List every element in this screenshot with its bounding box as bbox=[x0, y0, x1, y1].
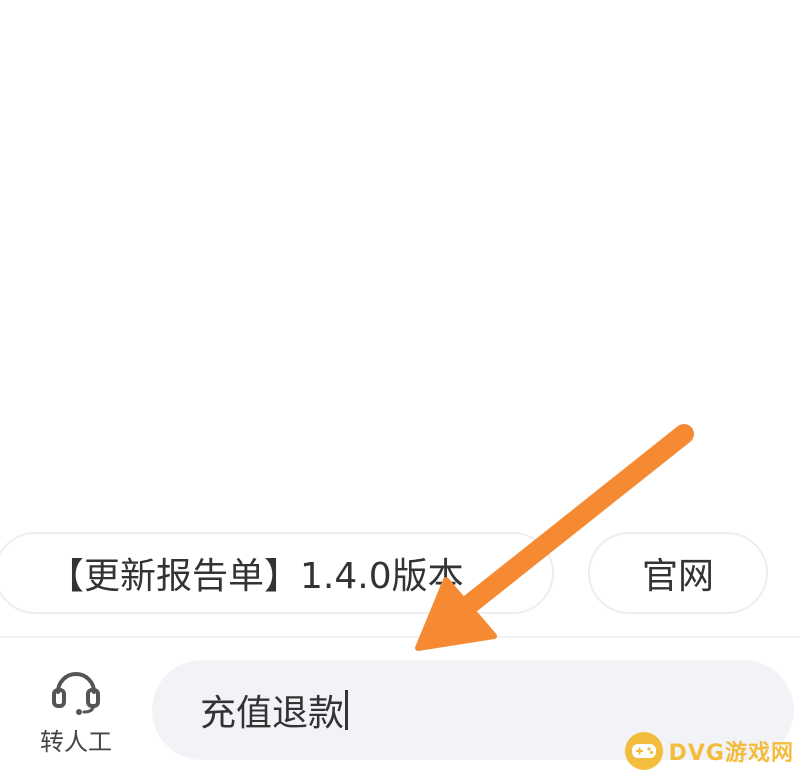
quick-reply-label: 官网 bbox=[641, 556, 714, 597]
chat-screen: 【更新报告单】1.4.0版本 官网 转人工 充值退款 DVG游戏网 bbox=[0, 0, 800, 779]
quick-reply-update-report[interactable]: 【更新报告单】1.4.0版本 bbox=[0, 532, 554, 614]
quick-reply-row: 【更新报告单】1.4.0版本 官网 bbox=[0, 532, 800, 616]
message-input-value: 充值退款 bbox=[200, 693, 345, 734]
chat-message-area bbox=[0, 0, 800, 520]
transfer-to-agent-button[interactable]: 转人工 bbox=[28, 662, 124, 762]
quick-reply-label: 【更新报告单】1.4.0版本 bbox=[48, 556, 464, 597]
quick-reply-official-site[interactable]: 官网 bbox=[588, 532, 768, 614]
gamepad-icon bbox=[624, 732, 663, 770]
site-watermark: DVG游戏网 bbox=[624, 729, 794, 773]
watermark-text: DVG游戏网 bbox=[668, 741, 794, 766]
headset-icon bbox=[52, 672, 100, 715]
transfer-to-agent-label: 转人工 bbox=[40, 728, 112, 756]
text-caret bbox=[345, 690, 349, 730]
